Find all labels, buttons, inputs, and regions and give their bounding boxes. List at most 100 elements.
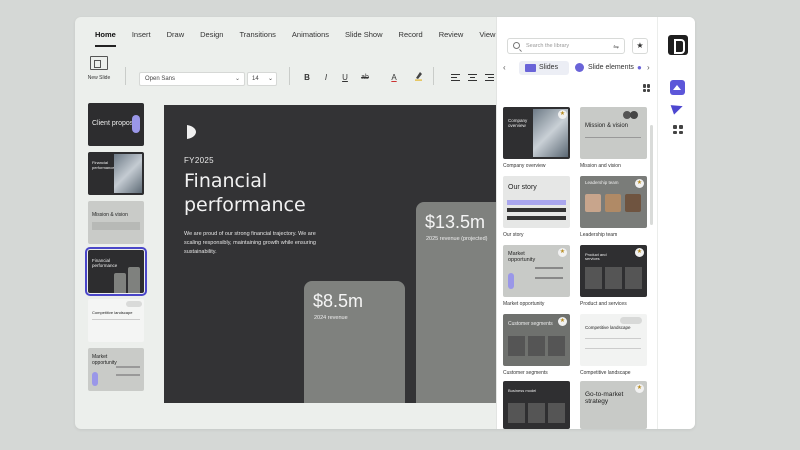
tab-slide-elements[interactable]: Slide elements (588, 61, 634, 75)
search-icon (513, 42, 520, 49)
card-line (585, 137, 641, 138)
tab-review[interactable]: Review (431, 26, 472, 44)
bold-button[interactable]: B (300, 71, 314, 85)
slide-thumbnail-2[interactable]: Financial performance (88, 152, 144, 195)
library-card-leadership-team[interactable]: Leadership team ★ Leadership team (580, 176, 647, 238)
italic-button[interactable]: I (319, 71, 333, 85)
revenue-bar-2025[interactable]: $13.5m 2025 revenue (projected) (416, 202, 506, 403)
thumbnail-shape (92, 372, 98, 386)
card-shape (630, 111, 638, 119)
ribbon-tabs: Home Insert Draw Design Transitions Anim… (75, 17, 520, 53)
library-card-competitive-landscape[interactable]: Competitive landscape Competitive landsc… (580, 314, 647, 376)
toolbar-divider (289, 67, 290, 85)
card-line (585, 348, 641, 349)
font-color-button[interactable]: A (387, 71, 401, 85)
card-photo (585, 194, 601, 212)
thumbnail-line (116, 366, 140, 368)
new-slide-button[interactable]: New Slide (87, 56, 111, 94)
grid-view-icon[interactable] (643, 84, 651, 92)
revenue-bar-2024[interactable]: $8.5m 2024 revenue (304, 281, 405, 403)
favorites-button[interactable]: ★ (632, 38, 648, 54)
library-card-product-services[interactable]: Product and services ★ Product and servi… (580, 245, 647, 307)
card-shape (585, 267, 602, 289)
library-card-go-to-market[interactable]: Go-to-market strategy ★ (580, 381, 647, 429)
slide-thumbnail-5[interactable]: Competitive landscape (88, 299, 144, 342)
card-thumbnail: Business model (503, 381, 570, 429)
align-left-icon[interactable] (451, 74, 460, 82)
slide-elements-icon (575, 63, 584, 72)
library-card-our-story[interactable]: Our story Our story (503, 176, 570, 238)
card-title: Go-to-market strategy (585, 391, 624, 406)
card-shape (508, 336, 525, 356)
star-icon[interactable]: ★ (558, 110, 567, 119)
chevron-right-icon[interactable]: ● (637, 63, 642, 72)
card-label: Company overview (503, 163, 546, 169)
search-input[interactable]: Search the library ⇋ (507, 38, 625, 54)
card-thumbnail: Product and services ★ (580, 245, 647, 297)
filter-icon[interactable]: ⇋ (613, 41, 619, 55)
card-shape (508, 273, 514, 289)
highlight-icon[interactable] (411, 71, 425, 86)
slide-canvas[interactable]: FY2025 Financial performance We are prou… (164, 105, 506, 403)
card-photo (605, 194, 621, 212)
slide-thumbnail-3[interactable]: Mission & vision (88, 201, 144, 244)
bar-label: 2025 revenue (projected) (426, 236, 488, 242)
star-icon[interactable]: ★ (635, 384, 644, 393)
card-thumbnail: Customer segments ★ (503, 314, 570, 366)
chevron-down-icon: ⌄ (267, 76, 273, 82)
font-family-select[interactable]: Open Sans ⌄ (139, 72, 245, 86)
tab-slide-show[interactable]: Slide Show (337, 26, 391, 44)
card-label: Leadership team (580, 232, 618, 238)
slide-title: Financial performance (184, 170, 306, 216)
panel-tabs: ‹ Slides Slide elements ● › (503, 59, 653, 77)
addin-logo-icon[interactable] (668, 35, 688, 55)
card-title: Mission & vision (585, 123, 629, 129)
library-card-customer-segments[interactable]: Customer segments ★ Customer segments (503, 314, 570, 376)
font-size-select[interactable]: 14 ⌄ (247, 72, 277, 86)
tab-draw[interactable]: Draw (159, 26, 193, 44)
align-center-icon[interactable] (468, 74, 477, 82)
card-shape (528, 403, 545, 423)
panel-scrollbar[interactable] (650, 125, 653, 225)
star-icon[interactable]: ★ (635, 248, 644, 257)
tab-slides[interactable]: Slides (519, 61, 569, 75)
card-title: Leadership team (585, 180, 619, 185)
tab-design[interactable]: Design (192, 26, 231, 44)
thumbnail-title: Mission & vision (92, 212, 128, 218)
slide-thumbnail-6[interactable]: Market opportunity (88, 348, 144, 391)
image-icon[interactable] (670, 80, 685, 95)
apps-grid-icon[interactable] (670, 122, 685, 137)
library-card-company-overview[interactable]: Company overview ★ Company overview (503, 107, 570, 169)
align-right-icon[interactable] (485, 74, 494, 82)
slide-thumbnail-4-selected[interactable]: Financial performance (85, 247, 147, 296)
star-icon[interactable]: ★ (558, 248, 567, 257)
thumbnail-title: Market opportunity (92, 354, 117, 366)
tab-transitions[interactable]: Transitions (231, 26, 283, 44)
slide-eyebrow: FY2025 (184, 156, 214, 165)
tab-insert[interactable]: Insert (124, 26, 159, 44)
tab-slides-label: Slides (539, 64, 559, 71)
card-title: Market opportunity (508, 251, 536, 264)
card-line (535, 277, 563, 279)
chevron-left-icon[interactable]: ‹ (503, 63, 506, 72)
star-icon[interactable]: ★ (635, 179, 644, 188)
thumbnail-bar (128, 267, 140, 293)
strikethrough-button[interactable]: ab (358, 71, 372, 85)
thumbnail-line (116, 374, 140, 376)
tab-home[interactable]: Home (87, 26, 124, 47)
card-shape (605, 267, 622, 289)
library-card-mission-vision[interactable]: Mission & vision Mission and vision (580, 107, 647, 169)
library-card-market-opportunity[interactable]: Market opportunity ★ Market opportunity (503, 245, 570, 307)
add-in-rail (657, 17, 695, 429)
send-icon[interactable] (670, 101, 685, 116)
app-window: Home Insert Draw Design Transitions Anim… (75, 17, 695, 429)
slide-thumbnail-1[interactable]: Client proposal (88, 103, 144, 146)
home-toolbar: New Slide Open Sans ⌄ 14 ⌄ B I U ab A (75, 53, 505, 99)
library-card-business-model[interactable]: Business model (503, 381, 570, 429)
chevron-right-icon[interactable]: › (647, 63, 650, 72)
tab-animations[interactable]: Animations (284, 26, 337, 44)
card-thumbnail: Leadership team ★ (580, 176, 647, 228)
underline-button[interactable]: U (338, 71, 352, 85)
star-icon[interactable]: ★ (558, 317, 567, 326)
tab-record[interactable]: Record (391, 26, 431, 44)
